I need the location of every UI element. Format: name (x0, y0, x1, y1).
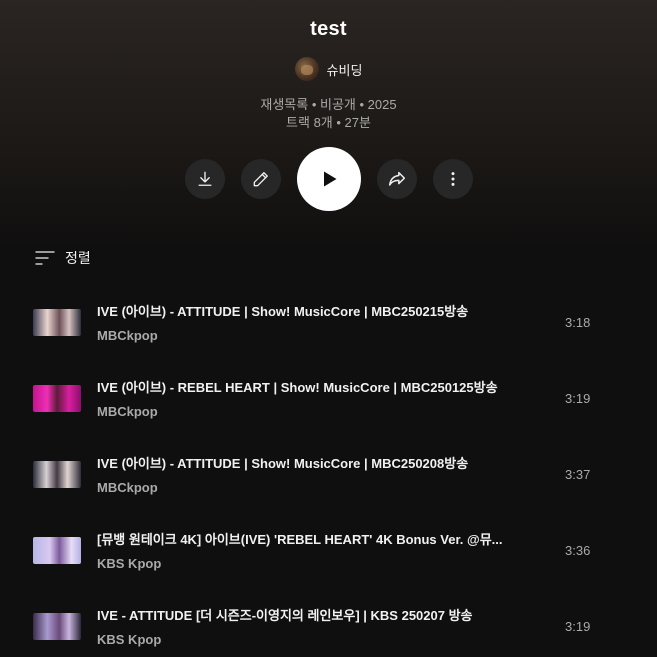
track-channel[interactable]: MBCkpop (97, 328, 158, 343)
track-duration: 3:19 (565, 619, 591, 634)
edit-button[interactable] (240, 159, 281, 199)
play-all-button[interactable] (296, 147, 361, 211)
avatar[interactable] (294, 57, 319, 81)
track-thumbnail[interactable] (33, 385, 81, 412)
track-list: IVE (아이브) - ATTITUDE | Show! MusicCore |… (0, 290, 657, 657)
share-icon (388, 171, 405, 186)
track-title[interactable]: IVE - ATTITUDE [더 시즌즈-이영지의 레인보우] | KBS 2… (97, 605, 537, 624)
track-title[interactable]: IVE (아이브) - REBEL HEART | Show! MusicCor… (97, 377, 537, 396)
playlist-track-summary: 트랙 8개 • 27분 (286, 115, 371, 130)
playlist-meta: 재생목록 • 비공개 • 2025 (260, 97, 397, 112)
track-channel[interactable]: KBS Kpop (97, 556, 161, 571)
more-vertical-icon (451, 172, 454, 186)
playlist-owner[interactable]: 슈비딩 (0, 57, 657, 81)
download-icon (198, 171, 211, 186)
track-row[interactable]: IVE (아이브) - ATTITUDE | Show! MusicCore |… (0, 290, 657, 366)
playlist-page: test 슈비딩 재생목록 • 비공개 • 2025 트랙 8개 • 27분 정… (0, 0, 657, 657)
track-channel[interactable]: MBCkpop (97, 404, 158, 419)
track-row[interactable]: [뮤뱅 원테이크 4K] 아이브(IVE) 'REBEL HEART' 4K B… (0, 518, 657, 594)
play-icon (323, 171, 336, 187)
track-channel[interactable]: MBCkpop (97, 480, 158, 495)
share-button[interactable] (376, 159, 417, 199)
track-duration: 3:18 (565, 315, 591, 330)
track-title[interactable]: IVE (아이브) - ATTITUDE | Show! MusicCore |… (97, 453, 537, 472)
sort-label: 정렬 (65, 250, 91, 266)
track-duration: 3:36 (565, 543, 591, 558)
playlist-title: test (310, 18, 347, 40)
track-title[interactable]: [뮤뱅 원테이크 4K] 아이브(IVE) 'REBEL HEART' 4K B… (97, 529, 537, 548)
track-thumbnail[interactable] (33, 537, 81, 564)
track-row[interactable]: IVE (아이브) - REBEL HEART | Show! MusicCor… (0, 366, 657, 442)
track-thumbnail[interactable] (33, 309, 81, 336)
track-thumbnail[interactable] (33, 461, 81, 488)
download-button[interactable] (184, 159, 225, 199)
sort-icon (35, 251, 55, 265)
track-channel[interactable]: KBS Kpop (97, 632, 161, 647)
pencil-icon (253, 172, 268, 187)
more-options-button[interactable] (432, 159, 473, 199)
track-row[interactable]: IVE - ATTITUDE [더 시즌즈-이영지의 레인보우] | KBS 2… (0, 594, 657, 657)
playlist-actions (0, 147, 657, 211)
track-row[interactable]: IVE (아이브) - ATTITUDE | Show! MusicCore |… (0, 442, 657, 518)
track-duration: 3:37 (565, 467, 591, 482)
track-duration: 3:19 (565, 391, 591, 406)
owner-name[interactable]: 슈비딩 (327, 60, 363, 79)
sort-button[interactable]: 정렬 (35, 248, 91, 268)
track-thumbnail[interactable] (33, 613, 81, 640)
track-title[interactable]: IVE (아이브) - ATTITUDE | Show! MusicCore |… (97, 301, 537, 320)
